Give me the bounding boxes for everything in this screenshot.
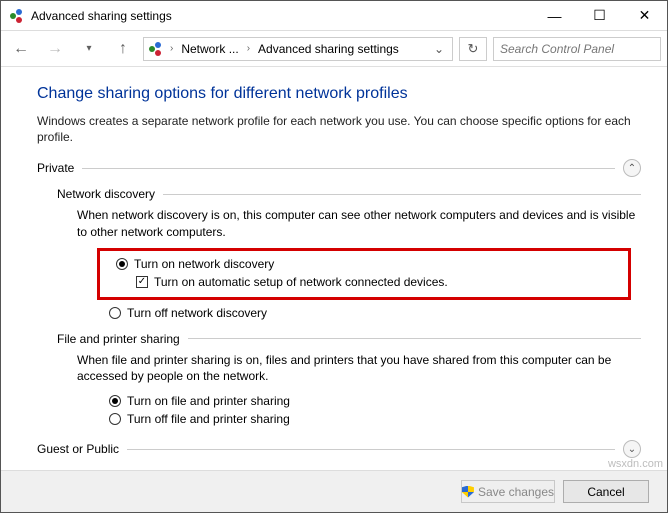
radio-label: Turn off network discovery bbox=[127, 304, 267, 322]
radio-file-printer-off[interactable]: Turn off file and printer sharing bbox=[109, 410, 641, 428]
close-button[interactable]: ✕ bbox=[622, 1, 667, 31]
chevron-right-icon: › bbox=[168, 43, 175, 54]
save-changes-button[interactable]: Save changes bbox=[461, 480, 555, 503]
highlight-box: Turn on network discovery ✓ Turn on auto… bbox=[97, 248, 631, 300]
radio-network-discovery-on[interactable]: Turn on network discovery bbox=[116, 255, 624, 273]
file-printer-label: File and printer sharing bbox=[57, 332, 180, 346]
radio-icon bbox=[109, 395, 121, 407]
divider bbox=[163, 194, 641, 195]
collapse-private-icon[interactable]: ⌃ bbox=[623, 159, 641, 177]
checkbox-icon: ✓ bbox=[136, 276, 148, 288]
search-input[interactable]: Search Control Panel bbox=[493, 37, 661, 61]
breadcrumb-advanced[interactable]: Advanced sharing settings bbox=[256, 42, 401, 56]
group-guest-header[interactable]: Guest or Public ⌄ bbox=[37, 440, 641, 458]
back-button[interactable]: ← bbox=[7, 35, 35, 63]
divider bbox=[127, 449, 615, 450]
radio-icon bbox=[109, 307, 121, 319]
up-button[interactable]: ↑ bbox=[109, 35, 137, 63]
minimize-button[interactable]: — bbox=[532, 1, 577, 31]
divider bbox=[188, 338, 641, 339]
save-button-label: Save changes bbox=[478, 485, 554, 499]
network-icon bbox=[148, 41, 164, 57]
radio-icon bbox=[109, 413, 121, 425]
address-history-button[interactable]: ⌄ bbox=[430, 42, 448, 56]
page-heading: Change sharing options for different net… bbox=[37, 85, 641, 103]
cancel-button-label: Cancel bbox=[587, 485, 624, 499]
cancel-button[interactable]: Cancel bbox=[563, 480, 649, 503]
network-discovery-label: Network discovery bbox=[57, 187, 155, 201]
divider bbox=[82, 168, 615, 169]
section-file-printer-header: File and printer sharing bbox=[57, 332, 641, 346]
footer: Save changes Cancel bbox=[1, 470, 667, 512]
file-printer-description: When file and printer sharing is on, fil… bbox=[77, 352, 641, 384]
content-area: Change sharing options for different net… bbox=[1, 67, 667, 470]
radio-label: Turn on network discovery bbox=[134, 255, 274, 273]
recent-locations-button[interactable]: ▾ bbox=[75, 35, 103, 63]
network-discovery-description: When network discovery is on, this compu… bbox=[77, 207, 641, 239]
group-private-label: Private bbox=[37, 161, 74, 175]
app-icon bbox=[9, 8, 25, 24]
watermark: wsxdn.com bbox=[608, 458, 663, 470]
navbar: ← → ▾ ↑ › Network ... › Advanced sharing… bbox=[1, 31, 667, 67]
group-guest-label: Guest or Public bbox=[37, 442, 119, 456]
radio-file-printer-on[interactable]: Turn on file and printer sharing bbox=[109, 392, 641, 410]
section-network-discovery-header: Network discovery bbox=[57, 187, 641, 201]
maximize-button[interactable]: ☐ bbox=[577, 1, 622, 31]
shield-icon bbox=[462, 486, 474, 498]
page-description: Windows creates a separate network profi… bbox=[37, 113, 641, 145]
breadcrumb-network[interactable]: Network ... bbox=[179, 42, 240, 56]
group-private-header[interactable]: Private ⌃ bbox=[37, 159, 641, 177]
checkbox-auto-setup[interactable]: ✓ Turn on automatic setup of network con… bbox=[136, 273, 624, 291]
radio-label: Turn on file and printer sharing bbox=[127, 392, 290, 410]
forward-button[interactable]: → bbox=[41, 35, 69, 63]
titlebar: Advanced sharing settings — ☐ ✕ bbox=[1, 1, 667, 31]
chevron-right-icon: › bbox=[245, 43, 252, 54]
radio-network-discovery-off[interactable]: Turn off network discovery bbox=[109, 304, 641, 322]
checkbox-label: Turn on automatic setup of network conne… bbox=[154, 273, 448, 291]
expand-guest-icon[interactable]: ⌄ bbox=[623, 440, 641, 458]
address-bar[interactable]: › Network ... › Advanced sharing setting… bbox=[143, 37, 453, 61]
refresh-button[interactable]: ↻ bbox=[459, 37, 487, 61]
radio-icon bbox=[116, 258, 128, 270]
radio-label: Turn off file and printer sharing bbox=[127, 410, 290, 428]
window-title: Advanced sharing settings bbox=[31, 9, 172, 23]
